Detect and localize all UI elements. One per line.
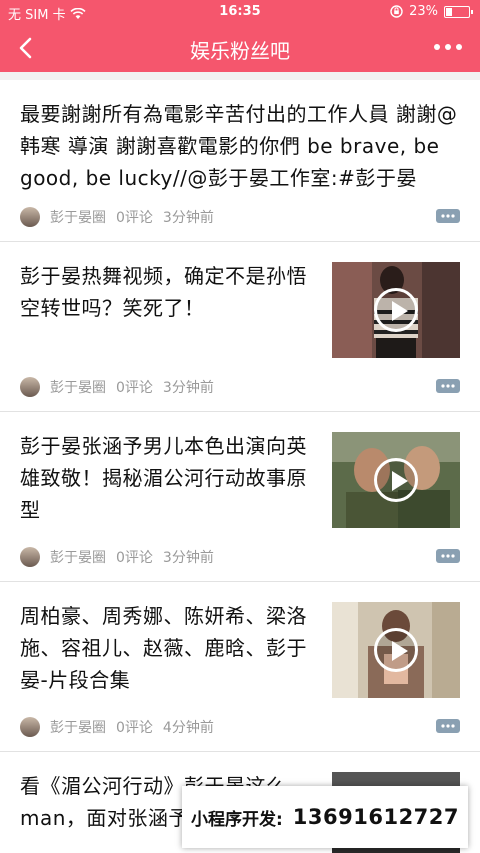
list-item[interactable]: 彭于晏张涵予男儿本色出演向英雄致敬！揭秘湄公河行动故事原型 彭于晏圈 0评论 3… [0,412,480,582]
comment-count: 0评论 [116,380,153,396]
rotation-lock-icon [390,5,403,18]
banner-label: 小程序开发: [190,809,283,830]
status-right: 23% [390,4,473,19]
more-dot [445,44,451,50]
avatar [20,377,40,397]
promo-banner: 小程序开发: 13691612727 [182,786,468,848]
banner-phone: 13691612727 [292,805,460,829]
more-options-icon[interactable] [434,44,462,50]
comment-count: 0评论 [116,550,153,566]
battery-icon [444,5,473,18]
battery-percent: 23% [409,4,438,19]
author-name: 彭于晏圈 [50,380,106,396]
comment-count: 0评论 [116,720,153,736]
play-icon[interactable] [374,288,418,332]
video-thumbnail[interactable] [332,262,460,358]
article-title: 彭于晏热舞视频，确定不是孙悟空转世吗？笑死了！ [20,264,307,320]
list-top-divider [0,72,480,80]
list-item[interactable]: 彭于晏热舞视频，确定不是孙悟空转世吗？笑死了！ 彭于晏圈 0评论 3分钟前 [0,242,480,412]
page-title: 娱乐粉丝吧 [190,39,290,63]
article-title: 周柏豪、周秀娜、陈妍希、梁洛施、容祖儿、赵薇、鹿晗、彭于晏-片段合集 [20,604,307,692]
article-meta: 彭于晏圈 0评论 3分钟前 [20,207,224,227]
list-item[interactable]: 最要謝謝所有為電影辛苦付出的工作人員 謝謝@韩寒 導演 謝謝喜歡電影的你們 be… [0,80,480,242]
comment-icon[interactable] [436,719,460,735]
article-meta: 彭于晏圈 0评论 3分钟前 [20,547,224,567]
post-time: 3分钟前 [162,210,214,226]
avatar [20,547,40,567]
avatar [20,717,40,737]
article-list: 最要謝謝所有為電影辛苦付出的工作人員 謝謝@韩寒 導演 謝謝喜歡電影的你們 be… [0,72,480,853]
status-bar: 无 SIM 卡 16:35 23% [0,0,480,24]
list-item[interactable]: 周柏豪、周秀娜、陈妍希、梁洛施、容祖儿、赵薇、鹿晗、彭于晏-片段合集 彭于晏圈 … [0,582,480,752]
article-title: 彭于晏张涵予男儿本色出演向英雄致敬！揭秘湄公河行动故事原型 [20,434,307,522]
author-name: 彭于晏圈 [50,720,106,736]
nav-bar: 娱乐粉丝吧 [0,24,480,72]
comment-count: 0评论 [116,210,153,226]
play-icon[interactable] [374,628,418,672]
post-time: 4分钟前 [162,720,214,736]
article-meta: 彭于晏圈 0评论 3分钟前 [20,377,224,397]
battery-fill [446,7,452,16]
author-name: 彭于晏圈 [50,550,106,566]
comment-icon[interactable] [436,549,460,565]
more-dot [434,44,440,50]
avatar [20,207,40,227]
author-name: 彭于晏圈 [50,210,106,226]
post-time: 3分钟前 [162,380,214,396]
article-title: 最要謝謝所有為電影辛苦付出的工作人員 謝謝@韩寒 導演 謝謝喜歡電影的你們 be… [20,102,458,190]
play-icon[interactable] [374,458,418,502]
video-thumbnail[interactable] [332,432,460,528]
video-thumbnail[interactable] [332,602,460,698]
comment-icon[interactable] [436,379,460,395]
more-dot [456,44,462,50]
post-time: 3分钟前 [162,550,214,566]
article-meta: 彭于晏圈 0评论 4分钟前 [20,717,224,737]
comment-icon[interactable] [436,209,460,225]
